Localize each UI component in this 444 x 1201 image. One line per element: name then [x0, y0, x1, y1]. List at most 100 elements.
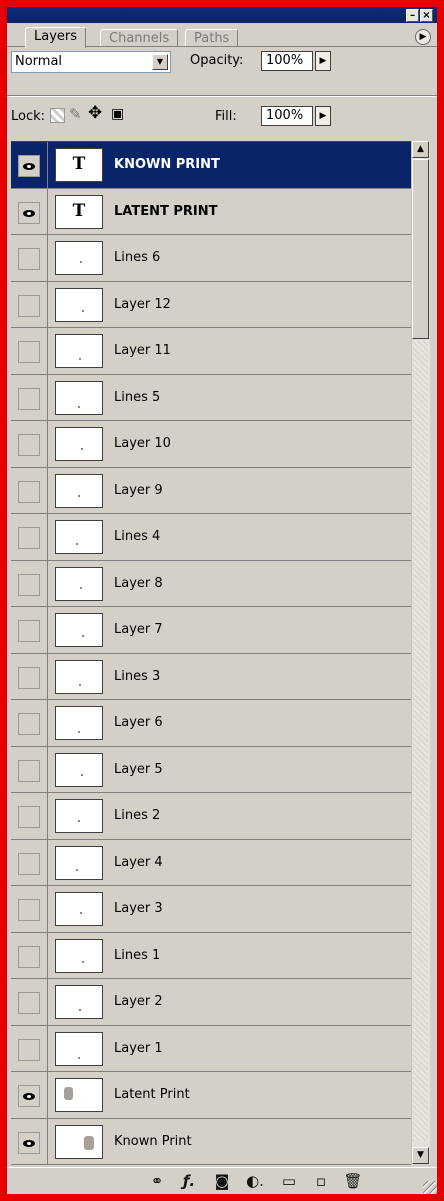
- visibility-eye-icon[interactable]: [18, 1038, 40, 1061]
- tab-paths[interactable]: Paths: [185, 29, 239, 47]
- layer-row[interactable]: Layer 1: [11, 1025, 411, 1072]
- layer-row[interactable]: Layer 2: [11, 979, 411, 1026]
- layer-thumbnail: [55, 938, 103, 973]
- layer-row[interactable]: Lines 1: [11, 932, 411, 979]
- fill-input[interactable]: 100%: [261, 106, 313, 126]
- panel-title-bar[interactable]: – ×: [7, 7, 437, 23]
- text-layer-icon: T: [55, 148, 103, 182]
- visibility-eye-icon[interactable]: [18, 434, 40, 456]
- layer-row[interactable]: Lines 5: [11, 374, 411, 421]
- layer-thumbnail: [55, 659, 103, 694]
- opacity-input[interactable]: 100%: [261, 51, 313, 71]
- visibility-eye-icon[interactable]: [18, 759, 40, 782]
- layer-row[interactable]: Layer 4: [11, 839, 411, 886]
- link-icon[interactable]: ⚭: [147, 1172, 167, 1190]
- visibility-eye-icon[interactable]: [18, 806, 40, 828]
- layer-row[interactable]: Layer 7: [11, 607, 411, 654]
- close-icon[interactable]: ×: [420, 9, 433, 22]
- layer-style-icon[interactable]: ƒ.: [179, 1172, 199, 1190]
- visibility-eye-icon[interactable]: [18, 945, 40, 968]
- visibility-eye-icon[interactable]: [18, 1131, 40, 1154]
- layer-row[interactable]: Lines 6: [11, 235, 411, 282]
- lock-row: Lock: ✎ ✥ ▣ Fill: 100% ▶: [7, 97, 437, 137]
- visibility-eye-icon[interactable]: [18, 992, 40, 1014]
- layer-row[interactable]: Layer 6: [11, 700, 411, 747]
- visibility-eye-icon[interactable]: [18, 573, 40, 596]
- visibility-eye-icon[interactable]: [18, 620, 40, 642]
- minimize-icon[interactable]: –: [406, 9, 419, 22]
- layer-name: Lines 3: [114, 668, 161, 684]
- layer-row[interactable]: Layer 5: [11, 746, 411, 793]
- blend-mode-select[interactable]: Normal ▼: [11, 51, 171, 73]
- layer-mask-icon[interactable]: ◙: [212, 1172, 232, 1190]
- tab-layers[interactable]: Layers: [25, 27, 87, 48]
- visibility-eye-icon[interactable]: [18, 713, 40, 735]
- layer-name: Layer 2: [114, 994, 163, 1009]
- visibility-eye-icon[interactable]: [18, 1085, 40, 1107]
- layer-row[interactable]: Known Print: [11, 1118, 411, 1165]
- layer-row[interactable]: Latent Print: [11, 1072, 411, 1119]
- visibility-eye-icon[interactable]: [18, 480, 40, 503]
- layer-row[interactable]: Layer 12: [11, 281, 411, 328]
- layer-thumbnail: [55, 985, 103, 1019]
- visibility-eye-icon[interactable]: [18, 899, 40, 921]
- scroll-up-icon[interactable]: ▲: [412, 141, 429, 158]
- visibility-eye-icon[interactable]: [18, 294, 40, 317]
- visibility-eye-icon[interactable]: [18, 666, 40, 689]
- trash-icon[interactable]: 🗑: [343, 1172, 363, 1190]
- layer-thumbnail: [55, 752, 103, 787]
- layer-thumbnail: [55, 380, 103, 415]
- layer-name: Lines 5: [114, 389, 161, 405]
- lock-transparency-icon[interactable]: [50, 108, 65, 123]
- opacity-slider-icon[interactable]: ▶: [315, 51, 331, 71]
- layer-row[interactable]: Layer 3: [11, 886, 411, 933]
- new-group-icon[interactable]: ▭: [279, 1172, 299, 1190]
- layer-row[interactable]: Layer 11: [11, 328, 411, 375]
- layer-row[interactable]: Lines 4: [11, 514, 411, 561]
- layer-name: Lines 6: [114, 250, 161, 265]
- scroll-thumb[interactable]: [412, 159, 429, 339]
- visibility-eye-icon[interactable]: [18, 341, 40, 363]
- layer-name: Lines 1: [114, 947, 161, 963]
- panel-tabs: Layers Channels Paths ▶: [7, 23, 437, 48]
- layer-row[interactable]: Lines 3: [11, 653, 411, 700]
- new-layer-icon[interactable]: ▫: [311, 1172, 331, 1190]
- layer-name: Layer 1: [114, 1040, 163, 1056]
- layer-row[interactable]: Lines 2: [11, 793, 411, 840]
- visibility-eye-icon[interactable]: [18, 155, 40, 177]
- blend-mode-value: Normal: [15, 54, 63, 69]
- layer-name: Layer 6: [114, 715, 163, 730]
- adjustment-layer-icon[interactable]: ◐.: [245, 1172, 265, 1190]
- layer-name: Layer 9: [114, 482, 163, 498]
- fill-slider-icon[interactable]: ▶: [315, 106, 331, 126]
- scroll-track[interactable]: [413, 341, 428, 1141]
- layer-row[interactable]: Layer 9: [11, 467, 411, 514]
- scroll-down-icon[interactable]: ▼: [412, 1147, 429, 1164]
- layer-name: Latent Print: [114, 1087, 190, 1102]
- lock-move-icon[interactable]: ✥: [88, 103, 102, 123]
- panel-menu-icon[interactable]: ▶: [415, 29, 431, 45]
- scrollbar[interactable]: ▲ ▼: [411, 141, 430, 1164]
- fill-label: Fill:: [215, 109, 237, 124]
- lock-all-icon[interactable]: ▣: [111, 106, 124, 122]
- layer-row[interactable]: Layer 8: [11, 560, 411, 607]
- layer-thumbnail: [55, 520, 103, 554]
- layer-name: Layer 7: [114, 622, 163, 637]
- opacity-label: Opacity:: [190, 53, 244, 68]
- visibility-eye-icon[interactable]: [18, 201, 40, 224]
- visibility-eye-icon[interactable]: [18, 387, 40, 410]
- resize-grip-icon[interactable]: [423, 1181, 437, 1194]
- chevron-down-icon[interactable]: ▼: [152, 54, 168, 70]
- layer-thumbnail: [55, 241, 103, 275]
- layer-name: Layer 5: [114, 761, 163, 777]
- layer-row[interactable]: T LATENT PRINT: [11, 188, 411, 235]
- layer-thumbnail: [55, 706, 103, 740]
- tab-channels[interactable]: Channels: [100, 29, 179, 47]
- visibility-eye-icon[interactable]: [18, 852, 40, 875]
- layer-row[interactable]: Layer 10: [11, 421, 411, 468]
- layer-row[interactable]: T KNOWN PRINT: [11, 142, 411, 189]
- visibility-eye-icon[interactable]: [18, 248, 40, 270]
- layer-name: Layer 11: [114, 343, 171, 358]
- visibility-eye-icon[interactable]: [18, 527, 40, 549]
- lock-brush-icon[interactable]: ✎: [69, 105, 82, 123]
